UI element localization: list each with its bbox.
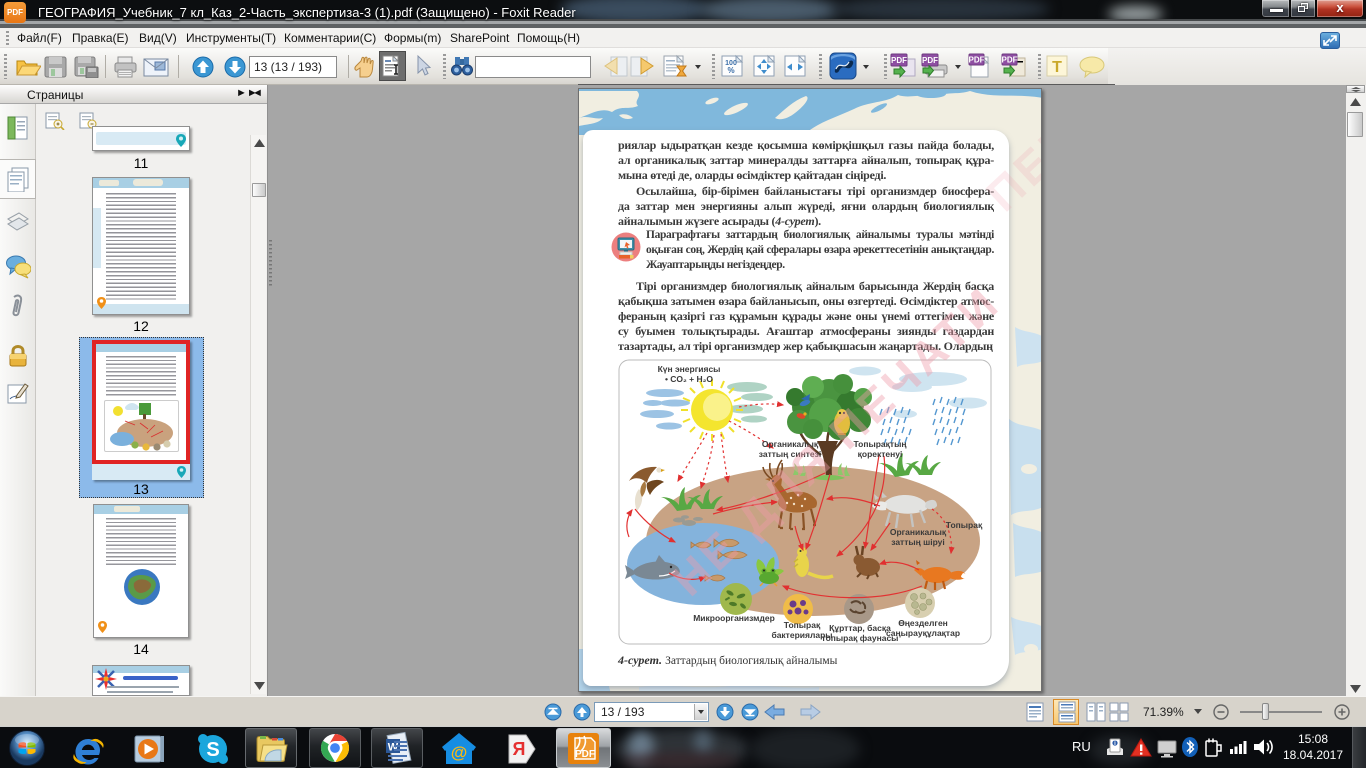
- svg-text:PDF: PDF: [1002, 56, 1018, 65]
- svg-text:PDF: PDF: [969, 56, 985, 65]
- svg-text:T: T: [1052, 59, 1062, 76]
- svg-text:S: S: [206, 739, 219, 761]
- svg-text:@: @: [451, 743, 468, 762]
- svg-text:PDF: PDF: [575, 749, 595, 760]
- svg-text:%: %: [727, 66, 734, 75]
- svg-text:Микроорганизмдер: Микроорганизмдер: [693, 613, 775, 623]
- svg-text:• CO₂ + H₂O: • CO₂ + H₂O: [665, 374, 713, 384]
- svg-text:заттың шіруі: заттың шіруі: [891, 537, 945, 547]
- svg-text:Күн энергиясы: Күн энергиясы: [658, 364, 721, 374]
- svg-text:PDF: PDF: [891, 56, 907, 65]
- svg-text:Өңезделген: Өңезделген: [898, 618, 948, 628]
- svg-text:PDF: PDF: [922, 56, 938, 65]
- svg-text:Топырақ: Топырақ: [946, 520, 983, 530]
- svg-text:Я: Я: [513, 739, 526, 759]
- svg-text:Топырақ: Топырақ: [784, 620, 821, 630]
- svg-text:Құрттар, басқа: Құрттар, басқа: [829, 623, 891, 633]
- svg-text:Органикалық: Органикалық: [890, 527, 947, 537]
- svg-text:W: W: [388, 742, 399, 754]
- svg-text:саңырауқұлақтар: саңырауқұлақтар: [886, 628, 960, 638]
